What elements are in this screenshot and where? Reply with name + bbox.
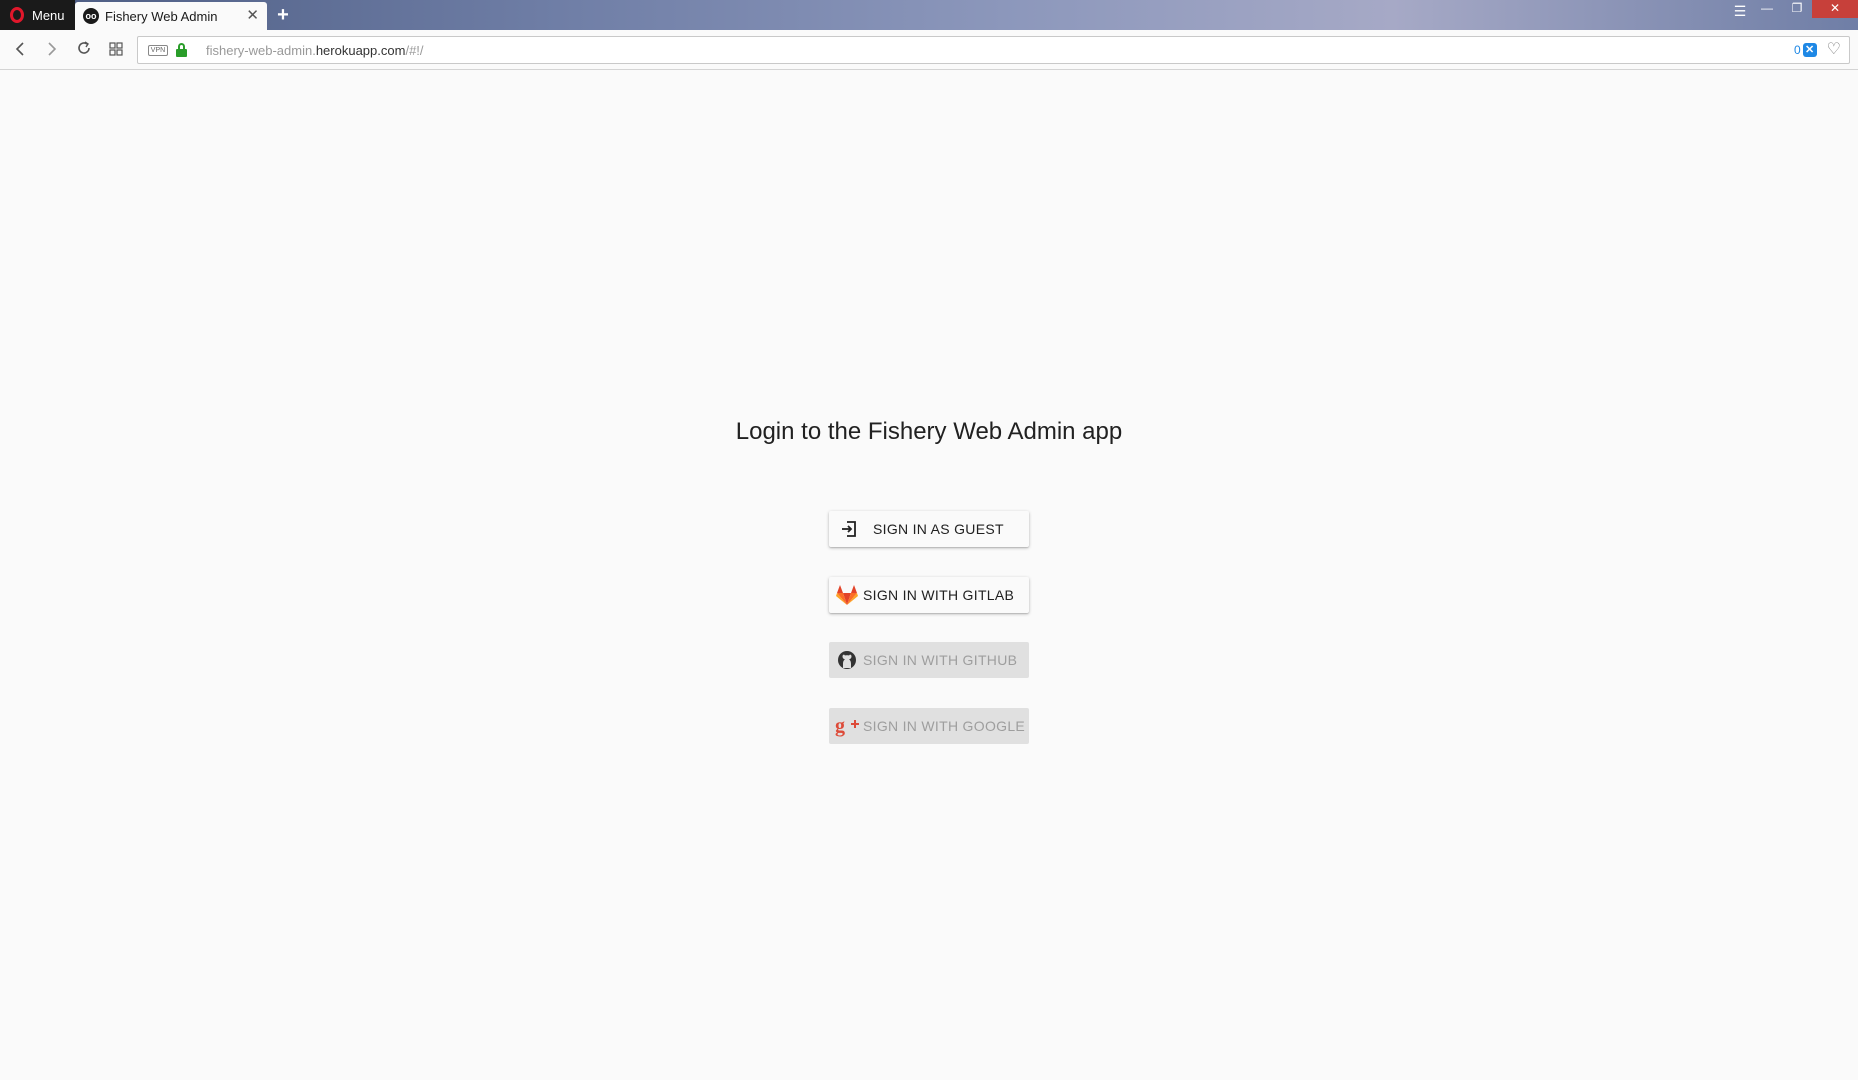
maximize-button[interactable]: ❐ <box>1782 0 1812 18</box>
opera-menu-button[interactable]: Menu <box>0 0 75 30</box>
url-text: fishery-web-admin.herokuapp.com/#!/ <box>206 43 424 58</box>
page-title: Login to the Fishery Web Admin app <box>735 418 1123 445</box>
tab-close-icon[interactable]: ✕ <box>246 7 259 25</box>
speed-dial-icon[interactable] <box>104 38 128 62</box>
tab-title: Fishery Web Admin <box>105 8 218 24</box>
url-path: /#!/ <box>405 43 424 58</box>
reload-icon[interactable] <box>72 38 96 62</box>
tab-favicon-icon: oo <box>83 8 99 24</box>
page-content: Login to the Fishery Web Admin app SIGN … <box>0 71 1858 1080</box>
window-controls: — ❐ ✕ <box>1752 0 1858 18</box>
sign-in-github-label: SIGN IN WITH GITHUB <box>863 652 1018 668</box>
sign-in-guest-label: SIGN IN AS GUEST <box>873 521 1004 537</box>
tab-menu-icon[interactable]: ☰ <box>1732 4 1748 18</box>
forward-icon[interactable] <box>40 38 64 62</box>
opera-logo-icon <box>10 7 24 23</box>
minimize-button[interactable]: — <box>1752 0 1782 18</box>
sign-in-github-button: SIGN IN WITH GITHUB <box>829 642 1029 678</box>
sign-in-google-label: SIGN IN WITH GOOGLE <box>863 718 1026 734</box>
sign-in-google-button: g SIGN IN WITH GOOGLE <box>829 708 1029 744</box>
url-actions: 0 ✕ ♡ <box>1794 42 1841 58</box>
bookmark-heart-icon[interactable]: ♡ <box>1827 42 1841 58</box>
svg-text:g: g <box>835 715 845 737</box>
back-icon[interactable] <box>8 38 32 62</box>
github-icon <box>835 648 859 672</box>
url-subdomain: fishery-web-admin. <box>206 43 316 58</box>
browser-tab-active[interactable]: oo Fishery Web Admin ✕ <box>75 2 267 30</box>
sign-in-guest-button[interactable]: SIGN IN AS GUEST <box>829 511 1029 547</box>
gitlab-icon <box>835 583 859 607</box>
sign-in-gitlab-button[interactable]: SIGN IN WITH GITLAB <box>829 577 1029 613</box>
address-bar: VPN fishery-web-admin.herokuapp.com/#!/ … <box>0 30 1858 70</box>
ad-blocker-icon[interactable]: ✕ <box>1802 43 1817 57</box>
vpn-icon[interactable]: VPN <box>148 45 168 56</box>
close-window-button[interactable]: ✕ <box>1812 0 1858 18</box>
new-tab-button[interactable]: + <box>272 4 294 26</box>
menu-label: Menu <box>32 7 65 23</box>
sign-in-gitlab-label: SIGN IN WITH GITLAB <box>863 587 1015 603</box>
browser-tab-strip: Menu oo Fishery Web Admin ✕ + ☰ — ❐ ✕ <box>0 0 1858 30</box>
url-field[interactable]: VPN fishery-web-admin.herokuapp.com/#!/ … <box>137 36 1850 64</box>
ad-blocker-count: 0 <box>1793 43 1801 57</box>
sign-in-icon <box>837 517 861 541</box>
google-plus-icon: g <box>835 714 859 738</box>
lock-icon[interactable] <box>176 43 187 57</box>
url-host: herokuapp.com <box>315 43 406 58</box>
